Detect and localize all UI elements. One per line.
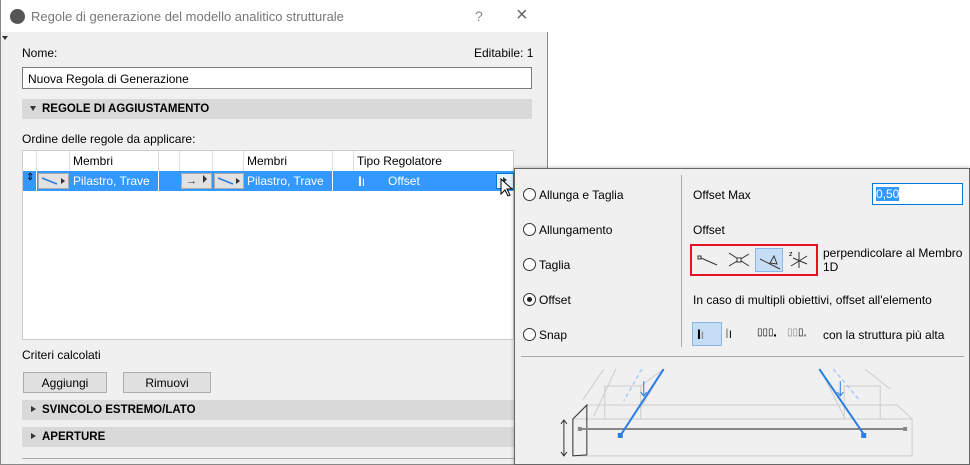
option-extend-trim[interactable]: Allunga e Taglia (539, 188, 624, 202)
offset-intersection-icon[interactable] (725, 248, 753, 272)
section-adjust-rules[interactable]: REGOLE DI AGGIUSTAMENTO (22, 99, 532, 119)
member-type-selector-2[interactable] (214, 173, 244, 189)
offset-label: Offset (693, 223, 725, 237)
criteria-label: Criteri calcolati (22, 348, 101, 362)
svg-text:z: z (789, 251, 793, 258)
perpendicular-label: perpendicolare al Membro 1D (823, 246, 963, 274)
option-trim[interactable]: Taglia (539, 258, 570, 272)
offset-perpendicular-icon[interactable] (755, 248, 783, 272)
offset-max-value: 0,50 (876, 187, 900, 201)
multi-target-label: In caso di multipli obiettivi, offset al… (693, 293, 932, 307)
radio-offset[interactable] (523, 293, 536, 306)
name-label: Nome: (22, 46, 58, 60)
highest-structure-label: con la struttura più alta (823, 328, 945, 342)
header-adjuster-type: Tipo Regolatore (357, 154, 442, 168)
dialog-title: Regole di generazione del modello analit… (31, 9, 344, 24)
table-row[interactable]: ⇕ Pilastro, Trave → Pilastro, Trave II O… (23, 171, 515, 191)
collapse-arrow-icon[interactable] (2, 36, 8, 40)
offset-max-label: Offset Max (693, 188, 751, 202)
highest-structure-icon[interactable]: II (692, 322, 722, 346)
offset-max-input[interactable]: 0,50 (872, 183, 963, 205)
help-button[interactable]: ? (475, 8, 483, 24)
header-members-1: Membri (70, 151, 159, 171)
name-input[interactable]: Nuova Regola di Generazione (22, 67, 532, 89)
add-button[interactable]: Aggiungi (23, 372, 107, 393)
section-release[interactable]: SVINCOLO ESTREMO/LATO (22, 400, 532, 420)
members-2-cell[interactable]: Pilastro, Trave (244, 171, 333, 191)
highest-column-icon[interactable]: ▯▯▯▪ (757, 327, 776, 340)
offset-preview-diagram (560, 368, 913, 457)
close-button[interactable]: × (516, 4, 528, 27)
section-openings[interactable]: APERTURE (22, 427, 532, 447)
drag-handle-icon[interactable]: ⇕ (23, 171, 37, 191)
direction-selector[interactable]: → (181, 173, 212, 189)
radio-extend[interactable] (523, 223, 536, 236)
member-type-selector-1[interactable] (38, 173, 69, 189)
title-bar: Regole di generazione del modello analit… (1, 0, 549, 32)
rules-dialog: Regole di generazione del modello analit… (0, 0, 549, 465)
table-header: Membri Membri Tipo Regolatore (23, 151, 515, 171)
remove-button[interactable]: Rimuovi (123, 372, 211, 393)
option-extend[interactable]: Allungamento (539, 223, 612, 237)
order-label: Ordine delle regole da applicare: (22, 132, 196, 146)
mouse-cursor-icon (500, 178, 514, 197)
rules-table: Membri Membri Tipo Regolatore ⇕ Pilastro… (22, 150, 515, 340)
lowest-column-icon[interactable]: ▯▯▯▪ (787, 327, 806, 340)
app-logo-icon (10, 9, 25, 24)
vertical-divider (681, 175, 682, 347)
adjuster-popup: Allunga e Taglia Allungamento Taglia Off… (514, 168, 970, 465)
editable-label: Editabile: 1 (474, 46, 534, 60)
members-1-cell[interactable]: Pilastro, Trave (70, 171, 159, 191)
radio-snap[interactable] (523, 328, 536, 341)
offset-start-icon[interactable] (695, 248, 723, 272)
radio-extend-trim[interactable] (523, 188, 536, 201)
option-offset[interactable]: Offset (539, 293, 571, 307)
radio-trim[interactable] (523, 258, 536, 271)
offset-axis-icon[interactable]: z (785, 248, 813, 272)
lowest-structure-icon[interactable]: II (725, 325, 732, 341)
option-snap[interactable]: Snap (539, 328, 567, 342)
adjuster-type-cell[interactable]: Offset (363, 171, 483, 191)
divider (22, 458, 532, 459)
header-members-2: Membri (244, 151, 333, 171)
